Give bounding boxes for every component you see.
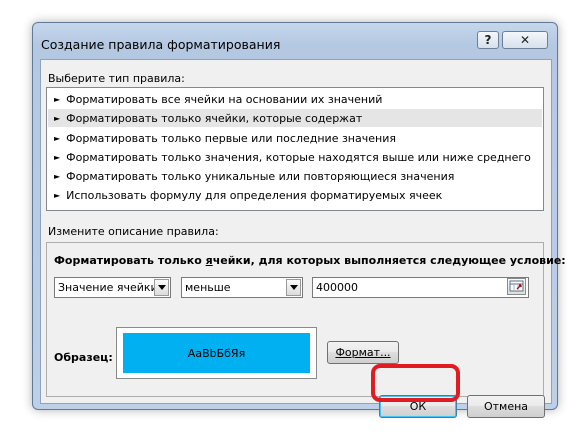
rule-type-item[interactable]: ► Форматировать все ячейки на основании … (48, 90, 542, 108)
close-button[interactable]: ✕ (502, 31, 548, 49)
chevron-down-icon[interactable] (154, 279, 169, 296)
rule-description-label: Измените описание правила: (48, 225, 219, 238)
condition-title: Форматировать только ячейки, для которых… (54, 254, 566, 267)
rule-type-item[interactable]: ► Форматировать только первые или послед… (48, 129, 542, 147)
close-icon: ✕ (519, 33, 531, 47)
triangle-right-icon: ► (54, 171, 61, 181)
operator-select-text: меньше (185, 281, 231, 294)
help-button[interactable]: ? (477, 31, 499, 49)
rule-type-item-label: Форматировать только первые или последни… (66, 131, 396, 145)
condition-value-text: 400000 (316, 281, 358, 294)
rule-type-list[interactable]: ► Форматировать все ячейки на основании … (46, 87, 544, 211)
triangle-right-icon: ► (54, 94, 61, 104)
triangle-right-icon: ► (54, 133, 61, 143)
triangle-right-icon: ► (54, 152, 61, 162)
ok-button-highlight (371, 364, 460, 402)
rule-type-item[interactable]: ► Форматировать только уникальные или по… (48, 167, 542, 185)
rule-type-item-label: Форматировать все ячейки на основании их… (66, 92, 383, 106)
cell-value-select[interactable]: Значение ячейки (54, 277, 171, 298)
range-select-button[interactable] (507, 278, 526, 295)
rule-type-item-selected[interactable]: ► Форматировать только ячейки, которые с… (48, 109, 542, 127)
rule-type-item[interactable]: ► Форматировать только значения, которые… (48, 148, 542, 166)
triangle-right-icon: ► (54, 190, 61, 200)
rule-type-label: Выберите тип правила: (48, 72, 185, 85)
cancel-button[interactable]: Отмена (467, 395, 545, 418)
condition-value-input[interactable]: 400000 (312, 277, 529, 298)
rule-type-item-label: Форматировать только значения, которые н… (66, 150, 531, 164)
preview-text: АаВbБбЯя (187, 346, 246, 360)
triangle-right-icon: ► (54, 113, 61, 123)
help-icon: ? (484, 33, 492, 47)
dialog-title: Создание правила форматирования (41, 37, 281, 52)
create-formatting-rule-dialog: Создание правила форматирования ? ✕ Выбе… (32, 22, 566, 418)
range-select-icon (509, 280, 524, 292)
dialog-body: Выберите тип правила: ► Форматировать вс… (40, 59, 566, 418)
rule-type-item-label: Использовать формулу для определения фор… (66, 188, 443, 202)
preview-box: АаВbБбЯя (116, 327, 317, 379)
rule-description-panel: Форматировать только ячейки, для которых… (46, 242, 566, 397)
operator-select[interactable]: меньше (181, 277, 303, 298)
rule-type-item-label: Форматировать только уникальные или повт… (66, 169, 455, 183)
rule-type-item[interactable]: ► Использовать формулу для определения ф… (48, 186, 542, 204)
chevron-down-icon[interactable] (286, 279, 301, 296)
preview-label: Образец: (54, 351, 113, 364)
rule-type-item-label: Форматировать только ячейки, которые сод… (66, 111, 363, 125)
format-button[interactable]: Формат... (327, 341, 399, 364)
preview-sample: АаВbБбЯя (123, 333, 310, 373)
cell-value-select-text: Значение ячейки (58, 281, 158, 294)
